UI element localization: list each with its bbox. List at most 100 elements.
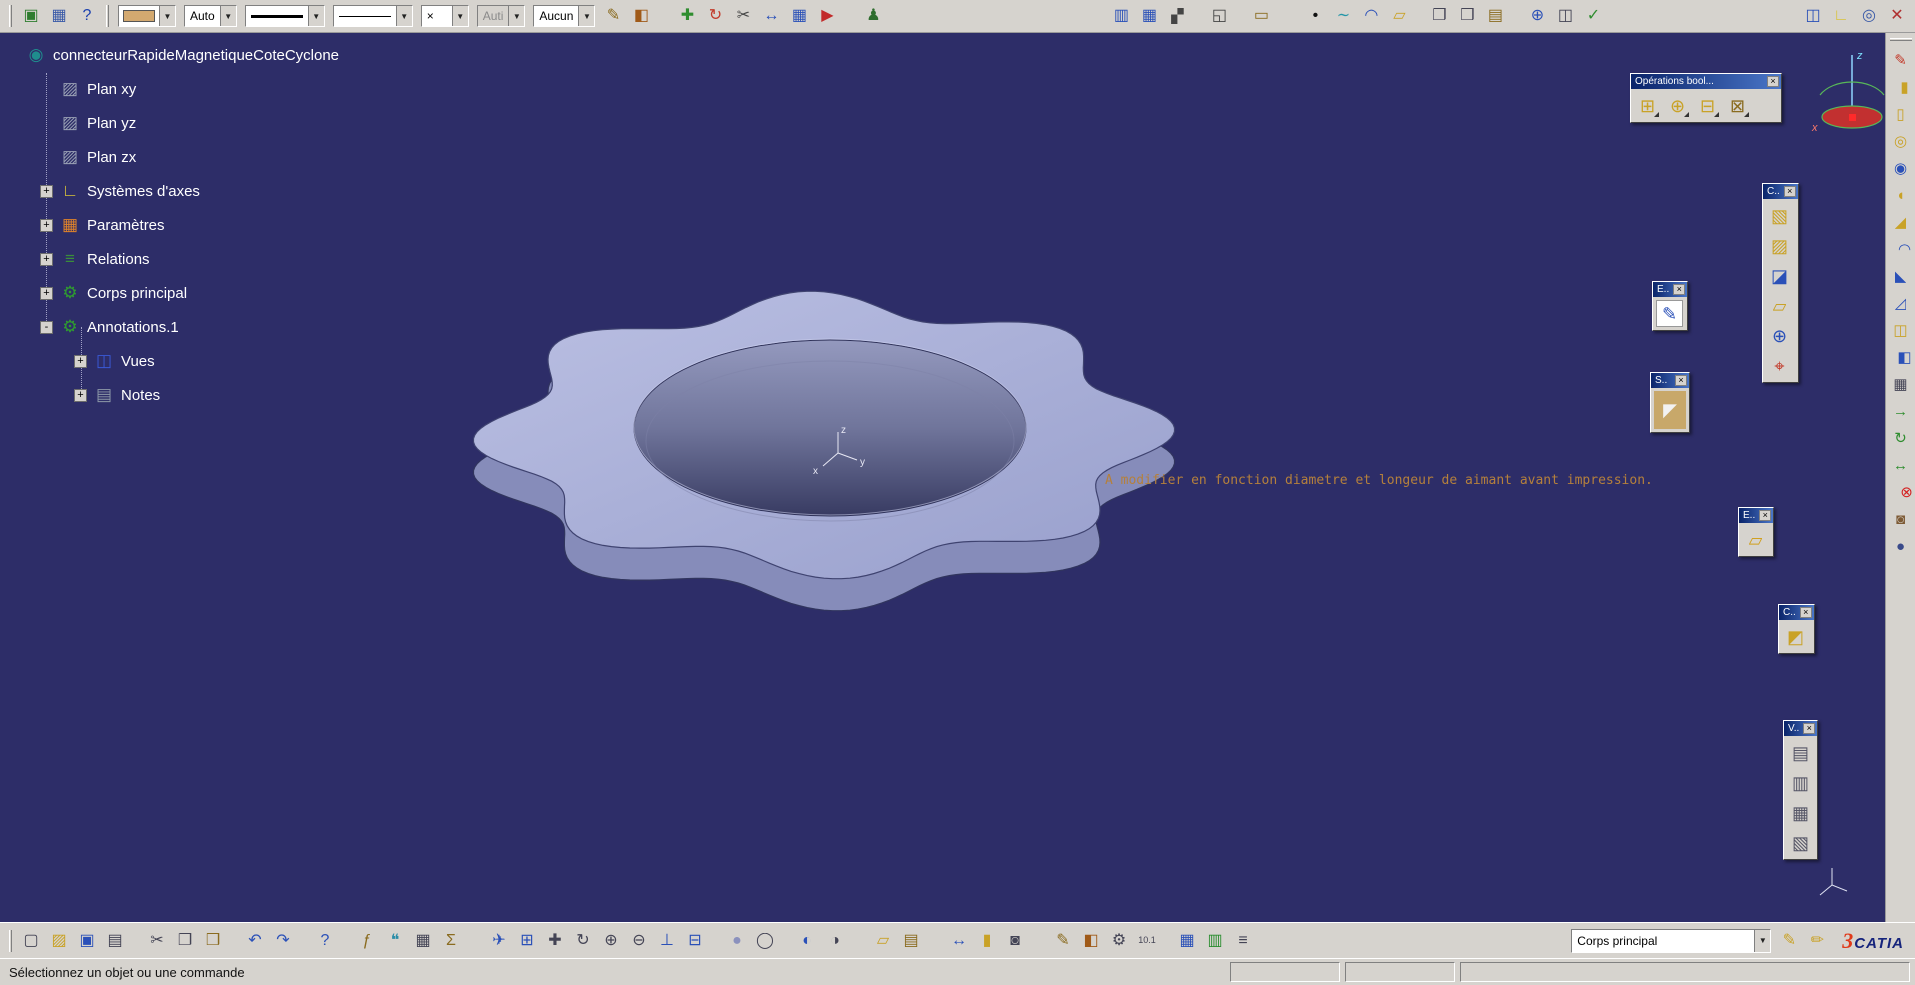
copy-icon[interactable]: ❐ xyxy=(172,928,198,954)
flyout-arrow-icon[interactable] xyxy=(1654,112,1659,117)
axis-system-icon[interactable]: ∟ xyxy=(1828,3,1854,29)
palette-title-bar[interactable]: E.. × xyxy=(1739,508,1773,523)
undo-icon[interactable]: ↶ xyxy=(242,928,268,954)
fit-all-icon[interactable]: ⊞ xyxy=(514,928,540,954)
section-view-icon[interactable]: ▥ xyxy=(1787,769,1814,796)
assemble-body-icon[interactable]: ⊞ xyxy=(1634,92,1661,119)
measure-icon[interactable]: ↔ xyxy=(758,3,784,29)
rotate-icon[interactable]: ↻ xyxy=(702,3,728,29)
offset-section-view-icon[interactable]: ▦ xyxy=(1787,799,1814,826)
formula-icon[interactable]: ƒ xyxy=(354,928,380,954)
pad-icon[interactable]: ▮ xyxy=(1893,75,1915,99)
chevron-down-icon[interactable]: ▼ xyxy=(308,6,324,26)
redo-icon[interactable]: ↷ xyxy=(270,928,296,954)
rotate-view-icon[interactable]: ↻ xyxy=(570,928,596,954)
line-style-combo[interactable]: ▼ xyxy=(333,5,413,27)
axis-target-icon[interactable]: ⌖ xyxy=(1766,352,1793,379)
tree-item-annotations[interactable]: - ⚙ Annotations.1 xyxy=(0,310,500,344)
rib-icon[interactable]: ◖ xyxy=(1889,183,1913,207)
measure-scale-icon[interactable]: 10.1 xyxy=(1134,928,1160,954)
intersect-body-icon[interactable]: ⊠ xyxy=(1724,92,1751,119)
add-body-icon[interactable]: ⊕ xyxy=(1664,92,1691,119)
manikin-icon[interactable]: ♟ xyxy=(860,3,886,29)
graphic-properties-wizard-icon[interactable]: ✎ xyxy=(1776,928,1802,954)
fill-paint-icon[interactable]: ◧ xyxy=(628,3,654,29)
sphere-icon[interactable]: ◎ xyxy=(1856,3,1882,29)
sketch-sheet-icon[interactable]: ✎ xyxy=(1656,300,1683,327)
copy-doc-icon[interactable]: ❐ xyxy=(1426,3,1452,29)
translate-icon[interactable]: → xyxy=(1889,399,1913,423)
tree-expander[interactable]: + xyxy=(40,185,53,198)
flyout-arrow-icon[interactable] xyxy=(1684,112,1689,117)
front-view-icon[interactable]: ▤ xyxy=(1787,739,1814,766)
zoom-out-icon[interactable]: ⊖ xyxy=(626,928,652,954)
drafted-pad-icon[interactable]: ◪ xyxy=(1766,262,1793,289)
chevron-down-icon[interactable]: ▼ xyxy=(452,6,468,26)
active-body-combo[interactable]: Corps principal ▼ xyxy=(1571,929,1771,953)
split-icon[interactable]: ✂ xyxy=(730,3,756,29)
paste-icon[interactable]: ❒ xyxy=(200,928,226,954)
toolbar-grip[interactable] xyxy=(9,930,12,952)
sphere-icon[interactable]: ⊕ xyxy=(1766,322,1793,349)
tree-expander[interactable]: + xyxy=(40,253,53,266)
tree-item-corps-principal[interactable]: + ⚙ Corps principal xyxy=(0,276,500,310)
knowledge-icon[interactable]: Σ xyxy=(438,928,464,954)
model-annotation-note[interactable]: A modifier en fonction diametre et longe… xyxy=(1105,473,1653,488)
help-icon[interactable]: ? xyxy=(312,928,338,954)
datum-plane-icon[interactable]: ▱ xyxy=(870,928,896,954)
tree-item-plan-xy[interactable]: ▨ Plan xy xyxy=(0,72,500,106)
power-input-pane[interactable] xyxy=(1460,962,1910,982)
close-icon[interactable]: × xyxy=(1675,375,1687,386)
magnet-icon[interactable]: ▶ xyxy=(814,3,840,29)
tree-item-vues[interactable]: + ◫ Vues xyxy=(0,344,500,378)
chevron-down-icon[interactable]: ▼ xyxy=(578,6,594,26)
snap-grid-icon[interactable]: ▦ xyxy=(786,3,812,29)
print-icon[interactable]: ▤ xyxy=(102,928,128,954)
view-compass[interactable]: z y x xyxy=(1811,50,1885,134)
close-surface-icon[interactable]: ◩ xyxy=(1782,623,1809,650)
close-icon[interactable]: × xyxy=(1759,510,1771,521)
tree-expander[interactable]: + xyxy=(74,355,87,368)
multi-view-icon[interactable]: ⊟ xyxy=(682,928,708,954)
list-icon[interactable]: ≡ xyxy=(1230,928,1256,954)
wireframe-icon[interactable]: ◯ xyxy=(752,928,778,954)
graph-icon[interactable]: ▥ xyxy=(1202,928,1228,954)
swap-visible-icon[interactable]: ◑ xyxy=(822,928,848,954)
copy-format-icon[interactable]: ✏ xyxy=(1804,928,1830,954)
tree-expander[interactable]: + xyxy=(40,219,53,232)
pocket-icon[interactable]: ▯ xyxy=(1889,102,1913,126)
error-icon[interactable]: ⊗ xyxy=(1895,480,1915,504)
table-blue-icon[interactable]: ▦ xyxy=(1174,928,1200,954)
aligned-section-view-icon[interactable]: ▧ xyxy=(1787,829,1814,856)
move-icon[interactable]: ✚ xyxy=(674,3,700,29)
world-icon[interactable]: ⊕ xyxy=(1524,3,1550,29)
fillet-icon[interactable]: ◠ xyxy=(1893,237,1915,261)
tree-expander[interactable]: + xyxy=(74,389,87,402)
pan-icon[interactable]: ✚ xyxy=(542,928,568,954)
tile-windows-icon[interactable]: ▦ xyxy=(46,3,72,29)
ruler-icon[interactable]: ▭ xyxy=(1248,3,1274,29)
tree-item-plan-yz[interactable]: ▨ Plan yz xyxy=(0,106,500,140)
palette-title-bar[interactable]: E.. × xyxy=(1653,282,1687,297)
abc-check-icon[interactable]: ✓ xyxy=(1580,3,1606,29)
viewport-3d[interactable]: z y x z y x ◉ connecteurRapi xyxy=(0,33,1885,922)
new-window-icon[interactable]: ▣ xyxy=(18,3,44,29)
tree-expander[interactable]: - xyxy=(40,321,53,334)
comment-icon[interactable]: ❝ xyxy=(382,928,408,954)
painter-brush-icon[interactable]: ◧ xyxy=(1078,928,1104,954)
plane-icon[interactable]: ▱ xyxy=(1766,292,1793,319)
tree-expander[interactable]: + xyxy=(40,287,53,300)
rotate-body-icon[interactable]: ↻ xyxy=(1889,426,1913,450)
color-combo[interactable]: ▼ xyxy=(118,5,176,27)
close-icon[interactable]: × xyxy=(1803,723,1815,734)
exit-workbench-icon[interactable]: ✕ xyxy=(1884,3,1910,29)
inertia-icon[interactable]: ▮ xyxy=(974,928,1000,954)
normal-view-icon[interactable]: ⊥ xyxy=(654,928,680,954)
mirror-icon[interactable]: ◧ xyxy=(1893,345,1915,369)
new-document-icon[interactable]: ▢ xyxy=(18,928,44,954)
chevron-down-icon[interactable]: ▼ xyxy=(396,6,412,26)
toolbar-grip[interactable] xyxy=(1890,38,1912,41)
tree-item-relations[interactable]: + ≡ Relations xyxy=(0,242,500,276)
close-icon[interactable]: × xyxy=(1767,76,1779,87)
gear-icon[interactable]: ⚙ xyxy=(1106,928,1132,954)
